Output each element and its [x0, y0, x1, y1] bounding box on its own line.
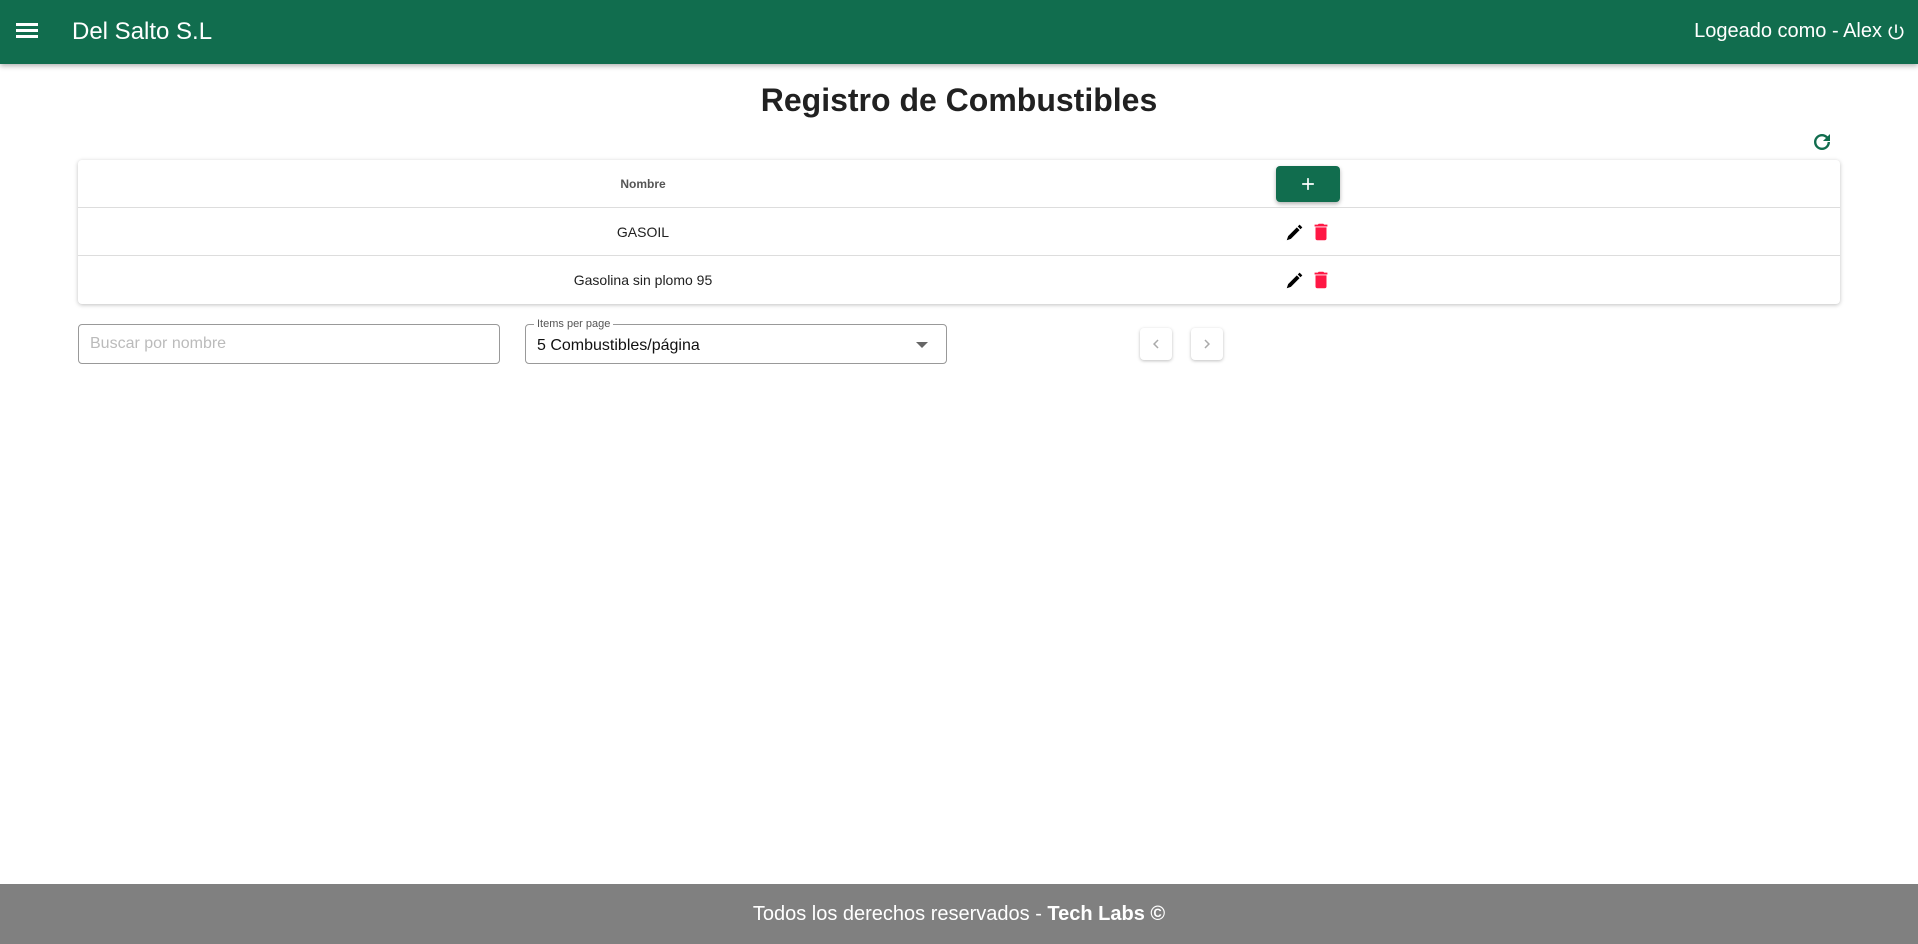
delete-icon[interactable]	[1310, 269, 1332, 291]
refresh-icon[interactable]	[1810, 130, 1834, 154]
menu-icon[interactable]	[16, 20, 38, 44]
next-page-button[interactable]	[1191, 328, 1223, 360]
chevron-left-icon	[1153, 339, 1159, 349]
fuel-table: Nombre GASOIL Gasolina sin plomo 95	[78, 160, 1840, 304]
cell-nombre: GASOIL	[616, 223, 670, 240]
table-row: GASOIL	[78, 208, 1840, 256]
prev-page-button[interactable]	[1140, 328, 1172, 360]
cell-nombre: Gasolina sin plomo 95	[573, 272, 713, 288]
search-input[interactable]	[78, 324, 500, 364]
top-app-bar: Del Salto S.L Logeado como - Alex	[0, 0, 1918, 64]
delete-icon[interactable]	[1310, 221, 1332, 243]
chevron-right-icon	[1204, 339, 1210, 349]
brand-title: Del Salto S.L	[72, 18, 213, 45]
user-logout[interactable]: Logeado como - Alex	[1694, 20, 1906, 43]
items-per-page-label: Items per page	[534, 318, 614, 330]
add-button[interactable]	[1276, 165, 1340, 202]
footer: Todos los derechos reservados - Tech Lab…	[0, 884, 1918, 944]
table-row: Gasolina sin plomo 95	[78, 256, 1840, 304]
edit-pen-icon[interactable]	[1284, 221, 1306, 243]
table-header: Nombre	[78, 160, 1840, 208]
footer-brand: Tech Labs ©	[1047, 903, 1166, 925]
items-per-page-select[interactable]: Items per page 5 Combustibles/página	[525, 318, 947, 364]
items-per-page-value: 5 Combustibles/página	[537, 337, 700, 354]
plus-icon	[1302, 177, 1314, 190]
column-header-nombre: Nombre	[620, 176, 666, 191]
page-title: Registro de Combustibles	[760, 82, 1158, 118]
edit-pen-icon[interactable]	[1284, 269, 1306, 291]
footer-text: Todos los derechos reservados -	[752, 903, 1048, 925]
user-label: Logeado como - Alex	[1694, 20, 1882, 42]
power-icon[interactable]	[1886, 22, 1906, 42]
dropdown-arrow-icon	[916, 342, 928, 348]
